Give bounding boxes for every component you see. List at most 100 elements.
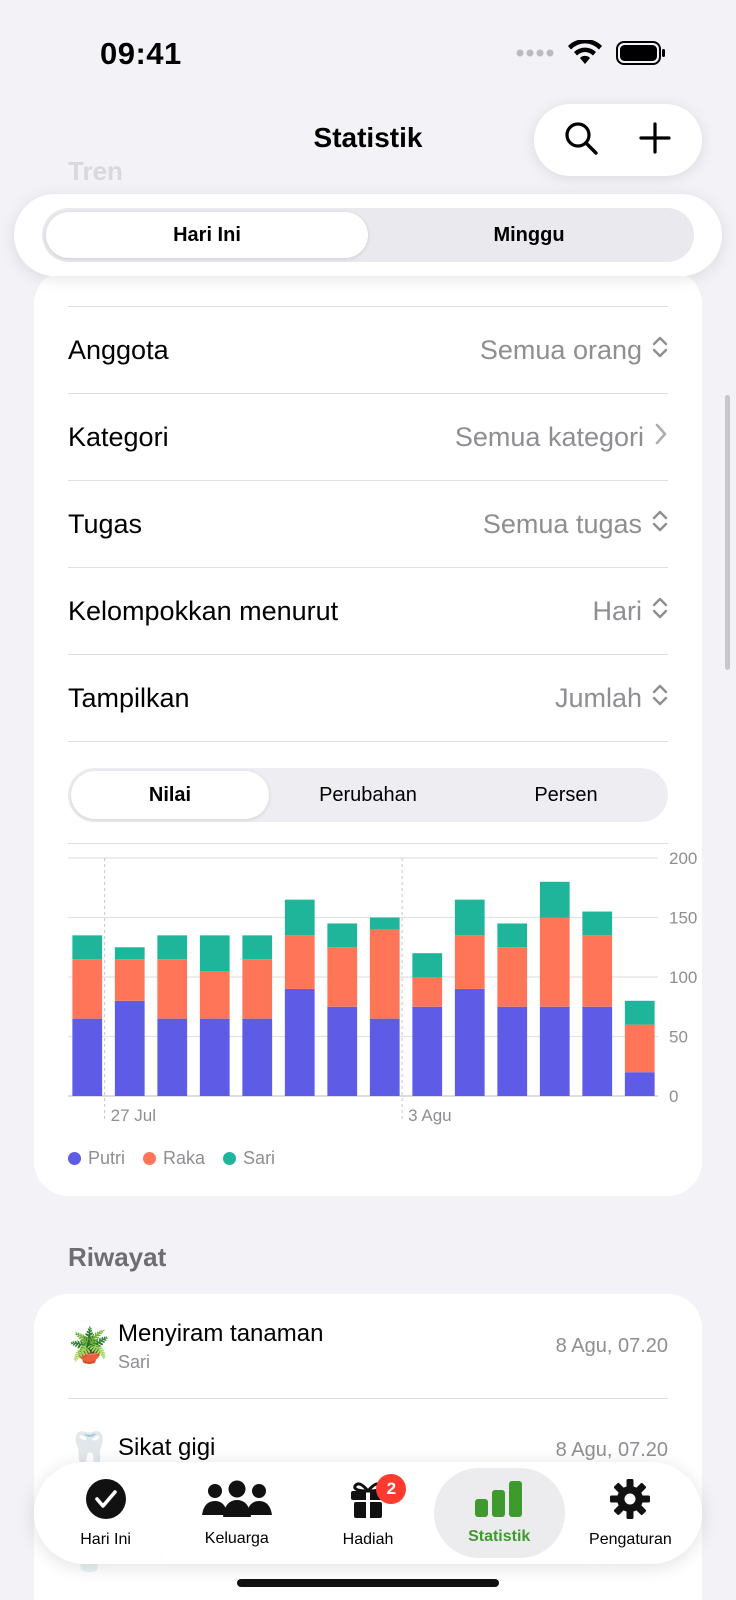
bar-sari-8 bbox=[412, 953, 443, 977]
bar-putri-10 bbox=[497, 1006, 528, 1096]
history-title: Riwayat bbox=[68, 1242, 167, 1272]
tab-label: Hari Ini bbox=[80, 1530, 131, 1548]
chart-svg: 0 50 100 150 200 27 Jul 3 Agu bbox=[68, 849, 697, 1125]
filter-row-tampilkan[interactable]: Tampilkan Jumlah bbox=[68, 655, 668, 742]
bar-raka-4 bbox=[242, 959, 273, 1019]
bar-putri-7 bbox=[369, 1018, 400, 1096]
filter-label: Kelompokkan menurut bbox=[68, 595, 339, 626]
chevron-updown-icon bbox=[652, 596, 668, 627]
bar-sari-5 bbox=[284, 899, 315, 936]
task-emoji-icon: 🪴 bbox=[68, 1327, 111, 1365]
nav-actions bbox=[534, 104, 702, 176]
member-name: Sari bbox=[118, 1351, 151, 1372]
chart-divider bbox=[68, 843, 668, 844]
bar-putri-8 bbox=[412, 1006, 443, 1096]
wifi-icon bbox=[568, 38, 602, 71]
scroll-indicator[interactable] bbox=[725, 395, 730, 670]
chart-legend: Putri Raka Sari bbox=[68, 1148, 275, 1169]
search-button[interactable] bbox=[551, 110, 611, 170]
tab-hari-ini[interactable]: Hari Ini bbox=[40, 1468, 171, 1558]
bar-putri-4 bbox=[242, 1018, 273, 1096]
bar-putri-5 bbox=[284, 988, 315, 1096]
legend-item-raka: Raka bbox=[143, 1148, 205, 1169]
chevron-updown-icon bbox=[652, 683, 668, 714]
filter-value[interactable]: Hari bbox=[592, 596, 668, 627]
bar-sari-1 bbox=[114, 947, 145, 960]
filter-row-anggota[interactable]: Anggota Semua orang bbox=[68, 307, 668, 394]
signal-icon bbox=[516, 46, 554, 65]
mode-tab-nilai[interactable]: Nilai bbox=[71, 771, 269, 819]
notification-badge: 2 bbox=[376, 1474, 407, 1504]
filter-value-text: Semua orang bbox=[479, 334, 642, 365]
mode-tab-perubahan[interactable]: Perubahan bbox=[269, 771, 467, 819]
filter-value[interactable]: Semua kategori bbox=[455, 422, 668, 453]
filter-label: Anggota bbox=[68, 334, 169, 365]
bar-putri-11 bbox=[539, 1006, 570, 1096]
legend-label: Raka bbox=[163, 1148, 206, 1168]
filter-value-text: Jumlah bbox=[554, 682, 642, 713]
bar-raka-11 bbox=[539, 917, 570, 1007]
status-time: 09:41 bbox=[100, 36, 182, 71]
tab-statistik[interactable]: Statistik bbox=[433, 1468, 565, 1558]
history-date: 8 Agu, 07.20 bbox=[555, 1438, 668, 1461]
period-segmented-control: Hari Ini Minggu bbox=[14, 194, 722, 276]
tab-keluarga[interactable]: Keluarga bbox=[171, 1468, 302, 1558]
tab-hadiah[interactable]: Hadiah 2 bbox=[302, 1468, 433, 1558]
bar-putri-13 bbox=[624, 1072, 655, 1096]
task-name: Sikat gigi bbox=[118, 1434, 216, 1461]
y-tick-label: 200 bbox=[669, 849, 697, 868]
home-indicator bbox=[237, 1579, 499, 1587]
bar-raka-10 bbox=[497, 947, 528, 1007]
filter-value[interactable]: Jumlah bbox=[555, 683, 668, 714]
filter-row-kategori[interactable]: Kategori Semua kategori bbox=[68, 394, 668, 481]
filter-row-kelompokkan-menurut[interactable]: Kelompokkan menurut Hari bbox=[68, 568, 668, 655]
history-text: Menyiram tanaman Sari bbox=[118, 1320, 556, 1373]
bar-sari-2 bbox=[157, 935, 188, 960]
y-tick-label: 0 bbox=[669, 1087, 678, 1106]
filter-value[interactable]: Semua orang bbox=[480, 335, 668, 366]
period-tab-0[interactable]: Hari Ini bbox=[46, 212, 368, 258]
history-row[interactable]: 🪴 Menyiram tanaman Sari 8 Agu, 07.20 bbox=[68, 1294, 668, 1398]
people-icon bbox=[201, 1479, 273, 1524]
bar-putri-0 bbox=[72, 1018, 103, 1096]
bar-raka-7 bbox=[369, 929, 400, 1019]
bar-raka-5 bbox=[284, 935, 315, 989]
bar-raka-6 bbox=[327, 947, 358, 1007]
checkmark-circle-icon bbox=[85, 1478, 127, 1525]
bar-raka-1 bbox=[114, 959, 145, 1001]
stacked-bar-chart: 0 50 100 150 200 27 Jul 3 Agu bbox=[68, 849, 697, 1170]
period-tab-1[interactable]: Minggu bbox=[368, 212, 690, 258]
bar-sari-7 bbox=[369, 917, 400, 930]
chevron-updown-icon bbox=[652, 509, 668, 540]
bar-sari-3 bbox=[199, 935, 230, 972]
x-tick-label: 3 Agu bbox=[408, 1106, 452, 1125]
bar-putri-2 bbox=[157, 1018, 188, 1096]
legend-label: Sari bbox=[243, 1148, 276, 1168]
y-tick-label: 50 bbox=[669, 1028, 688, 1047]
bar-raka-3 bbox=[199, 971, 230, 1019]
filter-value-text: Semua tugas bbox=[482, 508, 642, 539]
filter-value[interactable]: Semua tugas bbox=[483, 509, 668, 540]
filter-value-text: Semua kategori bbox=[454, 421, 644, 452]
add-button[interactable] bbox=[625, 110, 685, 170]
chevron-updown-icon bbox=[652, 335, 668, 366]
status-bar: 09:41 bbox=[0, 0, 736, 100]
value-mode-segmented-control: Nilai Perubahan Persen bbox=[68, 768, 668, 822]
legend-item-putri: Putri bbox=[68, 1148, 125, 1169]
bar-raka-12 bbox=[582, 935, 613, 1007]
legend-dot bbox=[223, 1152, 237, 1165]
legend-item-sari: Sari bbox=[223, 1148, 275, 1169]
bar-raka-9 bbox=[454, 935, 485, 989]
task-name: Menyiram tanaman bbox=[118, 1319, 324, 1347]
bar-putri-12 bbox=[582, 1006, 613, 1096]
filter-value-text: Hari bbox=[592, 595, 642, 626]
filter-label: Kategori bbox=[68, 421, 169, 452]
filter-row-tugas[interactable]: Tugas Semua tugas bbox=[68, 481, 668, 568]
mode-tab-persen[interactable]: Persen bbox=[467, 771, 665, 819]
battery-icon bbox=[616, 41, 666, 70]
bar-raka-8 bbox=[412, 977, 443, 1007]
search-icon bbox=[563, 120, 599, 161]
y-tick-label: 100 bbox=[669, 968, 697, 987]
status-icons bbox=[516, 38, 666, 71]
tab-pengaturan[interactable]: Pengaturan bbox=[565, 1468, 696, 1558]
